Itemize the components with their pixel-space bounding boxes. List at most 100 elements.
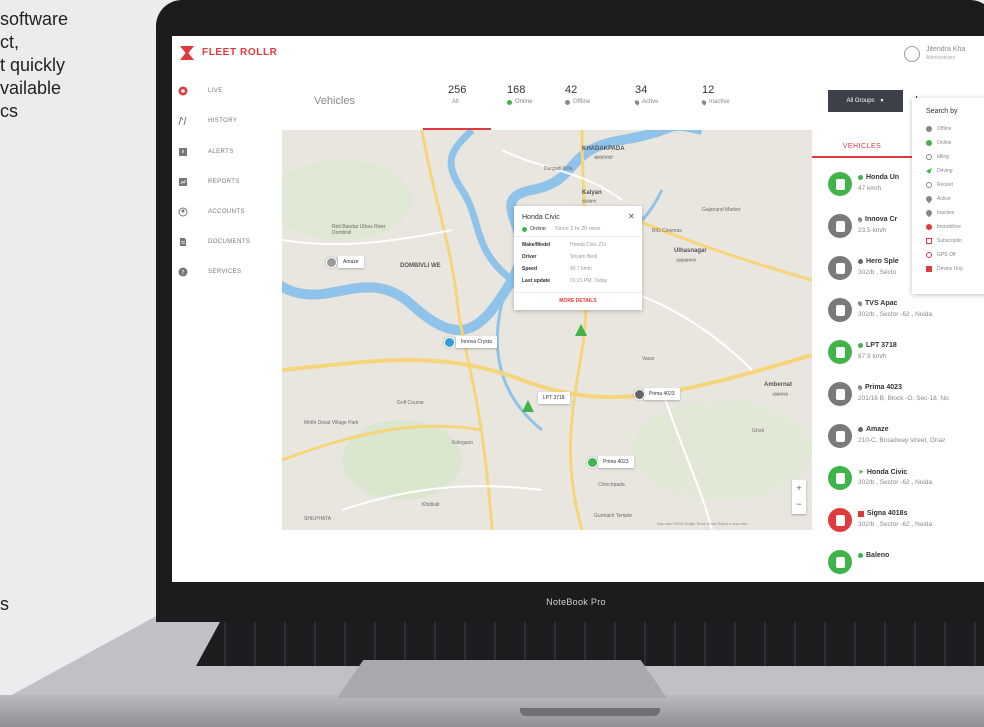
vehicle-detail: 302/b , Sector -62 , Noida <box>858 479 933 486</box>
filter-option[interactable]: GPS Off <box>926 252 956 258</box>
status-text: Online <box>530 226 546 232</box>
filter-option[interactable]: Subscriptio <box>926 238 962 244</box>
marketing-copy-bottom: s <box>0 594 9 614</box>
filter-option[interactable]: Active <box>924 194 951 204</box>
location-pin-icon <box>924 208 934 218</box>
vehicle-list-item[interactable]: Signa 4018s 302/b , Sector -62 , Noida <box>828 504 984 540</box>
sidebar-item-label: DOCUMENTS <box>208 239 251 245</box>
stat-label: All <box>452 99 459 105</box>
sidebar-item-services[interactable]: ? SERVICES <box>172 261 282 283</box>
filter-label: Immobilize <box>937 224 961 230</box>
place-label: Ghoti <box>752 428 764 434</box>
device-label: NoteBook Pro <box>546 597 606 607</box>
close-icon[interactable]: ✕ <box>628 212 635 221</box>
vehicle-list-item[interactable]: ➤ Honda Civic 302/b , Sector -62 , Noida <box>828 462 984 498</box>
online-dot-icon <box>507 99 512 105</box>
sidebar: LIVE HISTORY ALERTS REPORTS ACCOUNTS DOC… <box>172 72 282 582</box>
place-label: Reti Bandar Ulhas River Dombivli <box>332 224 386 236</box>
sidebar-item-history[interactable]: HISTORY <box>172 110 282 132</box>
row-value: Shyam Bedi <box>570 254 597 260</box>
vehicle-marker-prima-online[interactable] <box>587 457 598 468</box>
stat-label: Active <box>642 99 659 105</box>
vehicle-detail: 302/b , Sector -62 , Noida <box>858 311 933 318</box>
vehicle-detail: 201/16 B, Block -O, Sec-18, No <box>858 395 949 402</box>
vehicle-status-icon <box>828 172 852 196</box>
place-label: SHILPHATA <box>304 516 332 522</box>
place-label: खडकपाडा <box>594 155 613 161</box>
vehicle-list-item[interactable]: Prima 4023 201/16 B, Block -O, Sec-18, N… <box>828 378 984 414</box>
vehicle-marker-lpt-driving-icon[interactable] <box>522 400 534 412</box>
location-pin-icon <box>856 300 864 307</box>
row-key: Driver <box>522 254 537 260</box>
immobilize-icon <box>926 224 932 230</box>
vehicle-list-item[interactable]: Amaze 210-C, Broadway street, Ghaz <box>828 420 984 456</box>
vehicle-list-item[interactable]: TVS Apac 302/b , Sector -62 , Noida <box>828 294 984 330</box>
place-label: Kalyan <box>582 190 602 196</box>
copy-line: ct, <box>0 32 20 52</box>
filter-option[interactable]: Idling <box>926 154 949 160</box>
filter-option[interactable]: Driving <box>926 168 953 174</box>
vehicle-marker-honda-civic-driving-icon[interactable] <box>575 324 587 336</box>
dropdown-label: All Groups <box>846 98 875 104</box>
filter-option[interactable]: Online <box>926 140 951 146</box>
filter-option[interactable]: Offline <box>926 126 951 132</box>
alerts-icon <box>179 148 187 156</box>
zoom-out-button[interactable]: − <box>792 496 806 512</box>
laptop-trackpad <box>337 660 667 698</box>
row-key: Last update <box>522 278 551 284</box>
sidebar-item-accounts[interactable]: ACCOUNTS <box>172 201 282 223</box>
alert-flag-icon <box>858 510 864 517</box>
map-zoom-control[interactable]: + − <box>792 480 806 514</box>
row-key: Make/Model <box>522 242 551 248</box>
vehicle-marker-amaze[interactable] <box>326 257 337 268</box>
user-name[interactable]: Jitendra Kha <box>926 46 965 53</box>
row-value: 01:21 PM, Today <box>570 278 608 284</box>
filter-label: Offline <box>937 126 952 132</box>
vehicle-name: Honda Civic <box>866 468 908 476</box>
map-marker-label[interactable]: Amaze <box>338 256 364 268</box>
vehicle-marker-innova[interactable] <box>444 337 455 348</box>
place-label: Chinchpada <box>598 482 625 488</box>
sidebar-item-reports[interactable]: REPORTS <box>172 171 282 193</box>
all-groups-dropdown[interactable]: All Groups ▼ <box>828 90 903 112</box>
driving-arrow-icon: ➤ <box>858 469 864 476</box>
filter-label: Driving <box>937 168 953 174</box>
map-marker-label[interactable]: Prima 4023 <box>598 456 634 468</box>
popup-row: Last update 01:21 PM, Today <box>522 278 607 284</box>
place-label: Khidkali <box>422 502 440 508</box>
stat-offline[interactable]: 42 Offline <box>565 84 590 105</box>
location-pin-icon <box>856 384 864 391</box>
row-value: 40.7 km/h <box>570 266 592 272</box>
zoom-in-button[interactable]: + <box>792 480 806 496</box>
vehicle-marker-prima[interactable] <box>634 389 645 400</box>
map-marker-label[interactable]: Innova Crysta <box>456 336 497 348</box>
map-marker-label[interactable]: LPT 3718 <box>538 392 570 404</box>
vehicle-list-item[interactable]: Baleno <box>828 546 984 582</box>
vehicle-list-item[interactable]: LPT 3718 87.9 km/h <box>828 336 984 372</box>
stat-online[interactable]: 168 Online <box>507 84 532 105</box>
sidebar-item-alerts[interactable]: ALERTS <box>172 141 282 163</box>
vehicle-detail: 87.9 km/h <box>858 353 887 360</box>
stat-all[interactable]: 256 All <box>448 84 466 105</box>
vehicle-status-icon <box>828 256 852 280</box>
stat-value: 256 <box>448 84 467 96</box>
vehicle-name: Honda Un <box>866 174 900 181</box>
filter-option[interactable]: Immobilize <box>926 224 961 230</box>
filter-option[interactable]: Device Unp <box>926 266 963 272</box>
tab-vehicles[interactable]: VEHICLES <box>812 136 912 156</box>
vehicle-name: Prima 4023 <box>865 384 902 391</box>
place-label: DOMBIVLI WE <box>400 263 441 269</box>
active-tab-underline <box>812 156 912 158</box>
sidebar-item-live[interactable]: LIVE <box>172 80 282 102</box>
filter-option[interactable]: Recent <box>926 182 953 188</box>
map-marker-label[interactable]: Prima 4023 <box>644 388 680 400</box>
stat-active[interactable]: 34 Active <box>633 84 659 106</box>
more-details-link[interactable]: MORE DETAILS <box>514 298 642 304</box>
live-map[interactable]: KHADAKPADA खडकपाडा Kalyan कल्याण Ulhasna… <box>282 130 812 530</box>
filter-option[interactable]: Inactive <box>924 208 954 218</box>
stat-inactive[interactable]: 12 Inactive <box>700 84 730 106</box>
sidebar-item-documents[interactable]: DOCUMENTS <box>172 231 282 253</box>
vehicle-detail: 302/b , Sector -62 , Noida <box>858 521 933 528</box>
user-avatar-icon[interactable] <box>904 46 920 62</box>
laptop-keyboard <box>196 622 984 666</box>
